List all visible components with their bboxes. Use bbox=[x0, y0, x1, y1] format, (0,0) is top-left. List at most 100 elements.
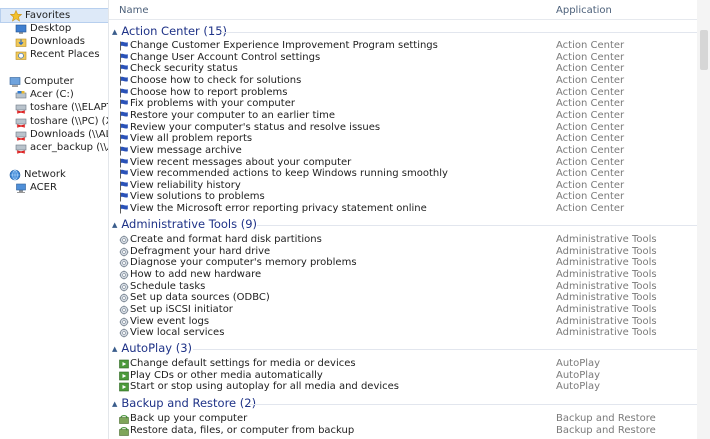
item-name: View recommended actions to keep Windows… bbox=[130, 168, 448, 179]
collapse-arrow-icon[interactable]: ▲ bbox=[112, 400, 117, 408]
list-item[interactable]: View local services Administrative Tools bbox=[119, 327, 699, 339]
group-divider bbox=[257, 225, 697, 226]
item-name: View solutions to problems bbox=[130, 191, 265, 202]
nav-item-toshare-elapto[interactable]: toshare (\\ELAPTO bbox=[15, 101, 108, 114]
collapse-arrow-icon[interactable]: ▲ bbox=[112, 28, 117, 36]
nav-item-desktop[interactable]: Desktop bbox=[15, 22, 71, 35]
list-item[interactable]: Set up iSCSI initiator Administrative Too… bbox=[119, 304, 699, 316]
flag-icon bbox=[119, 181, 129, 191]
nav-item-label: Downloads (\\ALL bbox=[30, 129, 108, 140]
column-header-application[interactable]: Application bbox=[556, 5, 612, 16]
autoplay-icon bbox=[119, 371, 129, 381]
nav-item-network[interactable]: Network bbox=[9, 168, 66, 181]
item-name: Restore your computer to an earlier time bbox=[130, 110, 336, 121]
group-title: Backup and Restore (2) bbox=[121, 396, 257, 410]
list-item[interactable]: View solutions to problems Action Center bbox=[119, 191, 699, 203]
drive-icon bbox=[15, 89, 27, 101]
nav-item-computer[interactable]: Computer bbox=[9, 75, 74, 88]
admin-tools-icon bbox=[119, 282, 129, 292]
group-header[interactable]: ▲ Action Center (15) bbox=[112, 24, 227, 38]
nav-item-favorites[interactable]: Favorites bbox=[0, 8, 108, 23]
list-item[interactable]: Create and format hard disk partitions Ad… bbox=[119, 234, 699, 246]
item-name: Change default settings for media or dev… bbox=[130, 358, 356, 369]
list-item[interactable]: Change default settings for media or dev… bbox=[119, 358, 699, 370]
flag-icon bbox=[119, 88, 129, 98]
list-item[interactable]: View all problem reports Action Center bbox=[119, 133, 699, 145]
list-item[interactable]: View recommended actions to keep Windows… bbox=[119, 168, 699, 180]
list-item[interactable]: View message archive Action Center bbox=[119, 145, 699, 157]
item-application: Administrative Tools bbox=[556, 327, 657, 338]
nav-item-label: ACER bbox=[30, 182, 57, 193]
nav-item-label: Computer bbox=[24, 76, 74, 87]
group-divider bbox=[249, 404, 697, 405]
item-application: Action Center bbox=[556, 98, 625, 109]
item-application: AutoPlay bbox=[556, 358, 601, 369]
nav-item-label: Acer (C:) bbox=[30, 89, 74, 100]
list-item[interactable]: Restore your computer to an earlier time… bbox=[119, 110, 699, 122]
backup-restore-icon bbox=[119, 414, 129, 424]
flag-icon bbox=[119, 146, 129, 156]
item-application: Backup and Restore bbox=[556, 425, 656, 436]
nav-item-toshare-pc-x[interactable]: toshare (\\PC) (X bbox=[15, 115, 108, 128]
admin-tools-icon bbox=[119, 293, 129, 303]
item-name: Set up data sources (ODBC) bbox=[130, 292, 270, 303]
group-title: Action Center (15) bbox=[121, 24, 228, 38]
flag-icon bbox=[119, 111, 129, 121]
downloads-folder-icon bbox=[15, 36, 27, 48]
item-application: Action Center bbox=[556, 75, 625, 86]
flag-icon bbox=[119, 99, 129, 109]
item-name: Change Customer Experience Improvement P… bbox=[130, 40, 438, 51]
item-name: Restore data, files, or computer from ba… bbox=[130, 425, 355, 436]
item-application: Action Center bbox=[556, 145, 625, 156]
column-header-name[interactable]: Name bbox=[119, 5, 149, 16]
list-item[interactable]: Diagnose your computer's memory problems… bbox=[119, 257, 699, 269]
list-item[interactable]: View the Microsoft error reporting priva… bbox=[119, 203, 699, 215]
group-title: AutoPlay (3) bbox=[121, 341, 193, 355]
nav-item-acer-c[interactable]: Acer (C:) bbox=[15, 88, 74, 101]
scrollbar-thumb[interactable] bbox=[700, 30, 708, 70]
collapse-arrow-icon[interactable]: ▲ bbox=[112, 221, 117, 229]
group-header[interactable]: ▲ Administrative Tools (9) bbox=[112, 217, 257, 231]
list-item[interactable]: Back up your computer Backup and Restore bbox=[119, 413, 699, 425]
group-header[interactable]: ▲ Backup and Restore (2) bbox=[112, 396, 256, 410]
network-computer-icon bbox=[15, 182, 27, 194]
list-item[interactable]: Fix problems with your computer Action Ce… bbox=[119, 98, 699, 110]
list-item[interactable]: Change Customer Experience Improvement P… bbox=[119, 40, 699, 52]
item-application: Action Center bbox=[556, 40, 625, 51]
list-item[interactable]: Set up data sources (ODBC) Administrative… bbox=[119, 292, 699, 304]
flag-icon bbox=[119, 53, 129, 63]
item-application: Action Center bbox=[556, 63, 625, 74]
item-application: Action Center bbox=[556, 110, 625, 121]
nav-item-recent-places[interactable]: Recent Places bbox=[15, 48, 100, 61]
nav-item-label: Recent Places bbox=[30, 49, 100, 60]
list-item[interactable]: Check security status Action Center bbox=[119, 63, 699, 75]
nav-item-downloads[interactable]: Downloads bbox=[15, 35, 85, 48]
item-name: Fix problems with your computer bbox=[130, 98, 295, 109]
item-application: Administrative Tools bbox=[556, 292, 657, 303]
group-header[interactable]: ▲ AutoPlay (3) bbox=[112, 341, 192, 355]
nav-item-label: Network bbox=[24, 169, 66, 180]
collapse-arrow-icon[interactable]: ▲ bbox=[112, 345, 117, 353]
item-name: Back up your computer bbox=[130, 413, 248, 424]
nav-item-acer[interactable]: ACER bbox=[15, 181, 57, 194]
nav-item-label: Downloads bbox=[30, 36, 85, 47]
nav-item-acer-backup-al[interactable]: acer_backup (\\AL bbox=[15, 141, 108, 154]
list-item[interactable]: How to add new hardware Administrative To… bbox=[119, 269, 699, 281]
list-item[interactable]: Choose how to check for solutions Action … bbox=[119, 75, 699, 87]
item-application: Administrative Tools bbox=[556, 269, 657, 280]
flag-icon bbox=[119, 64, 129, 74]
group-divider bbox=[221, 32, 697, 33]
list-item[interactable]: Start or stop using autoplay for all med… bbox=[119, 381, 699, 393]
nav-item-label: toshare (\\PC) (X bbox=[30, 116, 108, 127]
group-title: Administrative Tools (9) bbox=[121, 217, 258, 231]
item-name: View the Microsoft error reporting priva… bbox=[130, 203, 427, 214]
admin-tools-icon bbox=[119, 317, 129, 327]
list-item[interactable]: Restore data, files, or computer from ba… bbox=[119, 425, 699, 437]
item-application: Administrative Tools bbox=[556, 234, 657, 245]
item-name: Start or stop using autoplay for all med… bbox=[130, 381, 400, 392]
network-icon bbox=[9, 169, 21, 181]
nav-item-downloads-all[interactable]: Downloads (\\ALL bbox=[15, 128, 108, 141]
admin-tools-icon bbox=[119, 305, 129, 315]
flag-icon bbox=[119, 169, 129, 179]
network-drive-icon bbox=[15, 102, 27, 114]
